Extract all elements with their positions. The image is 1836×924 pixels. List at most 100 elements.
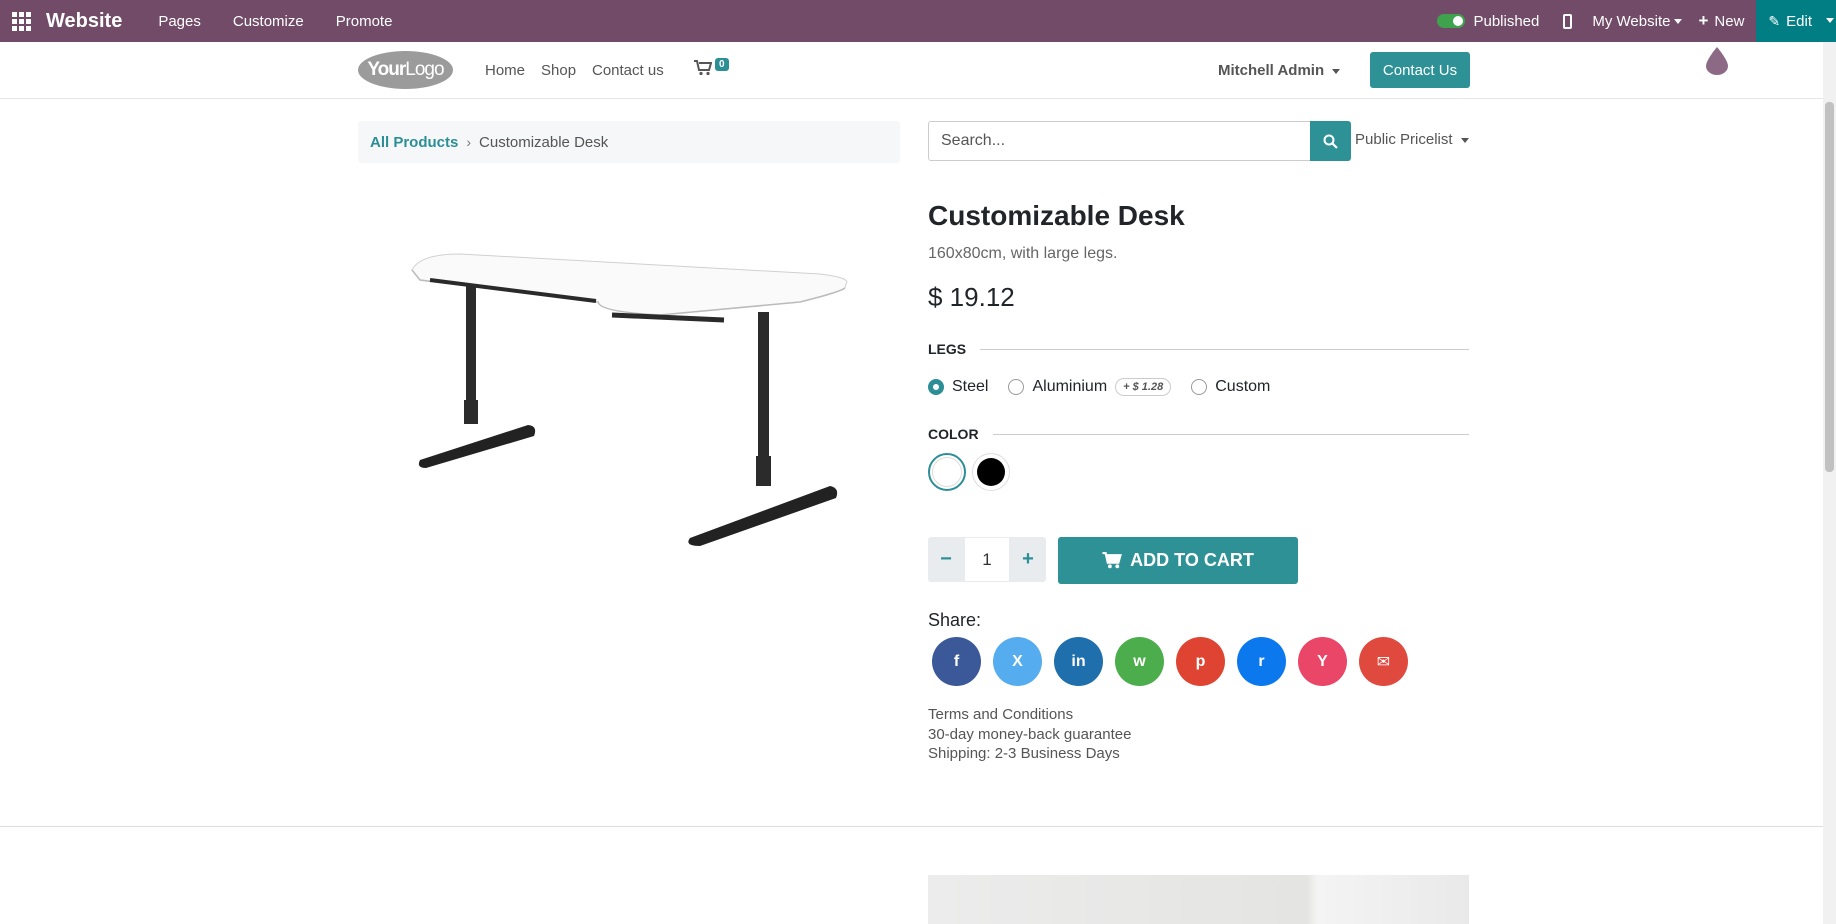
color-label: COLOR [928,426,979,442]
price-extra-badge: + $ 1.28 [1115,378,1172,396]
pinterest-icon: p [1195,652,1206,670]
page-scrollbar[interactable] [1823,42,1836,924]
divider [992,433,1469,435]
legs-option-aluminium[interactable]: Aluminium + $ 1.28 [1008,378,1172,396]
share-x-button[interactable]: X [993,637,1042,686]
user-menu[interactable]: Mitchell Admin [1218,62,1341,79]
nav-home[interactable]: Home [485,62,525,79]
website-switcher-label: My Website [1592,12,1671,30]
user-name: Mitchell Admin [1218,62,1325,79]
share-linkedin-button[interactable]: in [1054,637,1103,686]
apps-menu-icon[interactable] [0,0,42,42]
legs-option-label: Aluminium [1032,378,1108,395]
section-image [928,875,1469,924]
linkedin-icon: in [1071,652,1086,670]
site-logo[interactable]: Your Logo [358,51,453,89]
reddit-icon: r [1258,652,1265,670]
menu-pages[interactable]: Pages [158,13,201,30]
divider [980,348,1469,350]
chevron-right-icon: › [466,134,472,150]
new-button-label: New [1714,12,1745,30]
radio-custom[interactable] [1191,379,1208,395]
pricelist-dropdown[interactable]: Public Pricelist [1355,131,1469,148]
quantity-increase-button[interactable]: + [1010,537,1046,582]
nav-shop[interactable]: Shop [541,62,576,79]
breadcrumb: All Products › Customizable Desk [358,121,900,163]
share-label: Share: [928,610,982,630]
swatch-fill [932,457,962,487]
share-hackernews-button[interactable]: Y [1298,637,1347,686]
admin-bar: Website Pages Customize Promote Publishe… [0,0,1836,42]
terms-link[interactable]: Terms and Conditions [928,705,1131,725]
share-pinterest-button[interactable]: p [1176,637,1225,686]
share-facebook-button[interactable]: f [932,637,981,686]
chevron-down-icon [1674,18,1683,24]
product-price: $ 19.12 [928,282,1015,312]
search-icon [1323,134,1338,149]
x-icon: X [1012,652,1023,670]
section-divider [0,826,1823,827]
edit-button[interactable]: ✎ Edit [1756,0,1836,42]
legs-label: LEGS [928,341,967,357]
legs-option-steel[interactable]: Steel [928,378,988,396]
product-description: 160x80cm, with large legs. [928,245,1118,262]
share-buttons: f X in w p r Y ✉ [932,637,1420,686]
hackernews-icon: Y [1317,652,1328,670]
pencil-icon: ✎ [1768,12,1781,29]
product-title: Customizable Desk [928,200,1185,231]
cart-count-badge: 0 [715,58,729,71]
share-whatsapp-button[interactable]: w [1115,637,1164,686]
add-to-cart-label: ADD TO CART [1130,550,1254,570]
radio-aluminium[interactable] [1008,379,1025,395]
product-info: Terms and Conditions 30-day money-back g… [928,705,1131,764]
share-email-button[interactable]: ✉ [1359,637,1408,686]
swatch-fill [977,458,1005,486]
legs-option-label: Custom [1215,378,1271,395]
plus-icon: + [1698,11,1709,30]
legs-options: Steel Aluminium + $ 1.28 Custom [928,378,1290,396]
breadcrumb-current: Customizable Desk [479,133,609,151]
breadcrumb-all-products[interactable]: All Products [370,134,458,151]
edit-dropdown-icon[interactable] [1826,18,1834,23]
pricelist-label: Public Pricelist [1355,131,1453,148]
add-to-cart-button[interactable]: ADD TO CART [1058,537,1298,584]
legs-attribute-header: LEGS [928,341,1469,357]
shipping-text: Shipping: 2-3 Business Days [928,745,1120,762]
menu-customize[interactable]: Customize [233,13,304,30]
app-brand[interactable]: Website [46,10,122,33]
logo-text: Logo [405,59,444,80]
email-icon: ✉ [1376,653,1391,671]
chevron-down-icon [1460,137,1469,143]
legs-option-label: Steel [952,378,989,395]
whatsapp-icon: w [1133,652,1146,670]
share-reddit-button[interactable]: r [1237,637,1286,686]
scrollbar-thumb[interactable] [1825,102,1834,472]
mobile-preview-icon[interactable] [1563,13,1573,29]
quantity-decrease-button[interactable]: − [928,537,964,582]
cart-icon[interactable] [694,60,712,76]
nav-contact-us[interactable]: Contact us [592,62,664,79]
website-switcher[interactable]: My Website [1592,12,1683,30]
chevron-down-icon [1332,68,1341,74]
edit-button-label: Edit [1786,12,1812,30]
cart-icon [1102,552,1123,569]
color-swatch-black[interactable] [972,453,1010,491]
logo-text-bold: Your [367,59,406,80]
search-input[interactable] [928,121,1311,161]
published-toggle[interactable] [1437,14,1466,28]
radio-steel[interactable] [928,379,944,395]
color-attribute-header: COLOR [928,426,1469,442]
contact-us-button[interactable]: Contact Us [1370,52,1470,88]
search-button[interactable] [1310,121,1351,161]
color-swatch-white[interactable] [928,453,966,491]
guarantee-text: 30-day money-back guarantee [928,725,1132,743]
theme-drop-icon[interactable] [1706,47,1728,75]
menu-promote[interactable]: Promote [336,13,393,30]
legs-option-custom[interactable]: Custom [1191,378,1270,396]
new-button[interactable]: + New [1698,11,1744,31]
product-image[interactable] [400,240,860,550]
published-label: Published [1473,12,1540,30]
quantity-input[interactable] [964,537,1010,582]
site-header: Your Logo Home Shop Contact us 0 Mitchell… [0,42,1836,99]
facebook-icon: f [953,652,960,670]
